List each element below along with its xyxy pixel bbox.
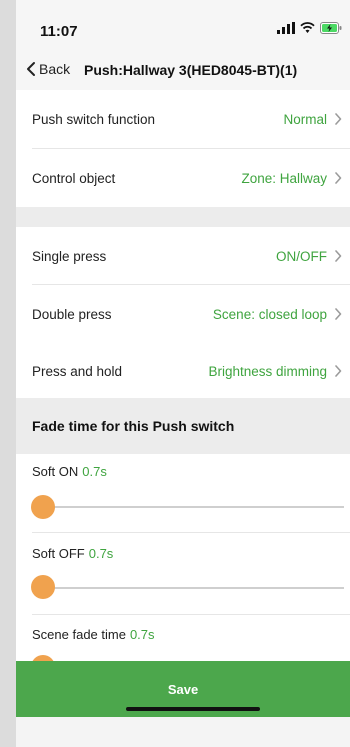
chevron-right-icon: [335, 365, 342, 377]
signal-icon: [277, 22, 295, 34]
setting-row-press-and-hold[interactable]: Press and hold Brightness dimming: [16, 342, 350, 400]
chevron-left-icon: [27, 62, 35, 76]
nav-bar: Back Push:Hallway 3(HED8045-BT)(1): [16, 52, 350, 93]
chevron-right-icon: [335, 308, 342, 320]
slider-track[interactable]: [54, 587, 344, 589]
setting-value: ON/OFF: [276, 248, 327, 264]
setting-row-double-press[interactable]: Double press Scene: closed loop: [16, 285, 350, 343]
slider-label-soft-on: Soft ON 0.7s: [32, 464, 107, 479]
setting-label: Single press: [32, 248, 107, 264]
divider: [32, 614, 350, 615]
chevron-right-icon: [335, 250, 342, 262]
setting-row-control-object[interactable]: Control object Zone: Hallway: [16, 149, 350, 207]
status-bar: 11:07: [16, 0, 350, 52]
setting-label: Double press: [32, 306, 112, 322]
slider-value: 0.7s: [82, 464, 107, 479]
setting-label: Control object: [32, 170, 116, 186]
slider-value: 0.7s: [88, 546, 114, 561]
section-gap: [16, 207, 350, 227]
slider-title: Scene fade time: [32, 627, 126, 642]
back-button[interactable]: Back: [26, 61, 70, 77]
slider-value: 0.7s: [129, 627, 155, 642]
setting-value: Brightness dimming: [208, 363, 327, 379]
wifi-icon: [300, 22, 315, 33]
status-icons: [277, 22, 342, 34]
setting-value: Zone: Hallway: [241, 170, 327, 186]
chevron-right-icon: [335, 113, 342, 125]
slider-label-soft-off: Soft OFF 0.7s: [32, 546, 113, 561]
home-indicator: [126, 707, 260, 711]
home-area: [16, 717, 350, 747]
battery-charging-icon: [320, 22, 342, 34]
setting-label: Press and hold: [32, 363, 123, 379]
slider-thumb-soft-on[interactable]: [31, 495, 55, 519]
back-label: Back: [39, 61, 71, 77]
setting-value: Scene: closed loop: [212, 306, 327, 322]
chevron-right-icon: [335, 172, 342, 184]
setting-value: Normal: [283, 111, 327, 127]
setting-label: Push switch function: [32, 111, 156, 127]
phone-screen: 11:07 Back Push:Hallway 3(HED8045-BT)(1)…: [16, 0, 350, 747]
slider-track[interactable]: [54, 506, 344, 508]
slider-thumb-soft-off[interactable]: [31, 575, 55, 599]
section-header: Fade time for this Push switch: [16, 398, 350, 454]
slider-title: Soft ON: [32, 464, 79, 479]
divider: [32, 532, 350, 533]
status-time: 11:07: [40, 23, 78, 40]
slider-title: Soft OFF: [32, 546, 85, 561]
setting-row-single-press[interactable]: Single press ON/OFF: [16, 227, 350, 285]
slider-label-scene-fade-time: Scene fade time 0.7s: [32, 627, 155, 642]
setting-row-push-switch-function[interactable]: Push switch function Normal: [16, 90, 350, 148]
page-title: Push:Hallway 3(HED8045-BT)(1): [84, 62, 298, 78]
